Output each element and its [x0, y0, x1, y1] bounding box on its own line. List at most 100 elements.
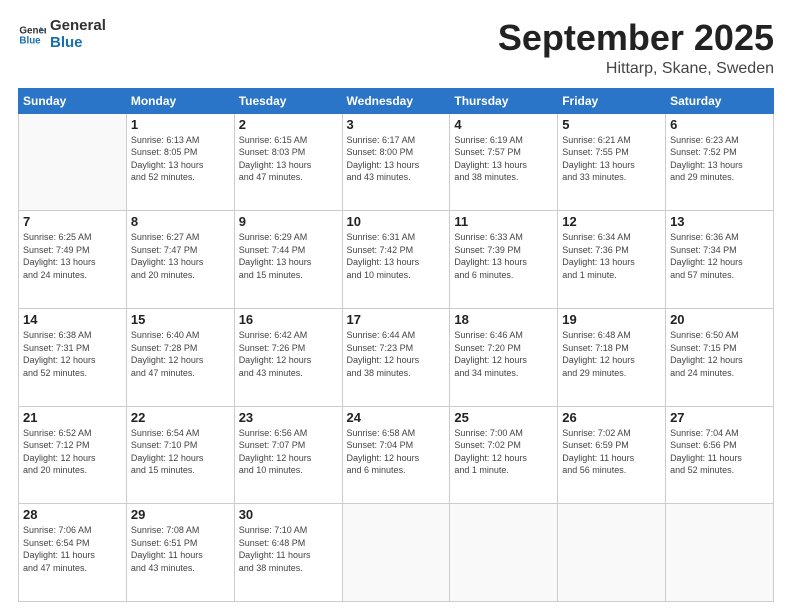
day-number: 10 — [347, 214, 446, 229]
day-header-wednesday: Wednesday — [342, 88, 450, 113]
svg-text:Blue: Blue — [19, 35, 41, 46]
day-info: Sunrise: 6:27 AMSunset: 7:47 PMDaylight:… — [131, 231, 230, 281]
week-row-3: 14 Sunrise: 6:38 AMSunset: 7:31 PMDayligh… — [19, 308, 774, 406]
week-row-2: 7Sunrise: 6:25 AMSunset: 7:49 PMDaylight… — [19, 211, 774, 309]
calendar-cell: 6 Sunrise: 6:23 AMSunset: 7:52 PMDaylight… — [666, 113, 774, 211]
calendar-cell: 11 Sunrise: 6:33 AMSunset: 7:39 PMDayligh… — [450, 211, 558, 309]
day-number: 9 — [239, 214, 338, 229]
day-info: Sunrise: 6:17 AMSunset: 8:00 PMDaylight:… — [347, 134, 446, 184]
day-headers-row: SundayMondayTuesdayWednesdayThursdayFrid… — [19, 88, 774, 113]
day-number: 18 — [454, 312, 553, 327]
day-number: 13 — [670, 214, 769, 229]
day-number: 3 — [347, 117, 446, 132]
calendar-cell: 5 Sunrise: 6:21 AMSunset: 7:55 PMDaylight… — [558, 113, 666, 211]
calendar-cell: 15Sunrise: 6:40 AMSunset: 7:28 PMDayligh… — [126, 308, 234, 406]
day-number: 1 — [131, 117, 230, 132]
day-number: 27 — [670, 410, 769, 425]
day-info: Sunrise: 6:44 AMSunset: 7:23 PMDaylight:… — [347, 329, 446, 379]
day-number: 11 — [454, 214, 553, 229]
week-row-4: 21 Sunrise: 6:52 AMSunset: 7:12 PMDayligh… — [19, 406, 774, 504]
calendar-cell: 28 Sunrise: 7:06 AMSunset: 6:54 PMDayligh… — [19, 504, 127, 602]
calendar-cell: 4Sunrise: 6:19 AMSunset: 7:57 PMDaylight… — [450, 113, 558, 211]
day-number: 21 — [23, 410, 122, 425]
month-title: September 2025 — [498, 18, 774, 58]
logo-icon: General Blue — [18, 21, 46, 49]
day-info: Sunrise: 6:13 AMSunset: 8:05 PMDaylight:… — [131, 134, 230, 184]
day-number: 26 — [562, 410, 661, 425]
calendar-cell: 9 Sunrise: 6:29 AMSunset: 7:44 PMDaylight… — [234, 211, 342, 309]
logo-line2: Blue — [50, 35, 106, 52]
day-info: Sunrise: 6:34 AMSunset: 7:36 PMDaylight:… — [562, 231, 661, 281]
calendar-cell: 13Sunrise: 6:36 AMSunset: 7:34 PMDayligh… — [666, 211, 774, 309]
day-number: 16 — [239, 312, 338, 327]
day-header-friday: Friday — [558, 88, 666, 113]
day-info: Sunrise: 7:06 AMSunset: 6:54 PMDaylight:… — [23, 524, 122, 574]
day-info: Sunrise: 6:15 AMSunset: 8:03 PMDaylight:… — [239, 134, 338, 184]
day-number: 19 — [562, 312, 661, 327]
calendar-cell — [558, 504, 666, 602]
day-info: Sunrise: 6:50 AMSunset: 7:15 PMDaylight:… — [670, 329, 769, 379]
calendar-cell: 12Sunrise: 6:34 AMSunset: 7:36 PMDayligh… — [558, 211, 666, 309]
day-number: 23 — [239, 410, 338, 425]
calendar-cell: 1 Sunrise: 6:13 AMSunset: 8:05 PMDaylight… — [126, 113, 234, 211]
logo: General Blue General Blue — [18, 18, 106, 51]
title-block: September 2025 Hittarp, Skane, Sweden — [498, 18, 774, 78]
calendar-cell: 8 Sunrise: 6:27 AMSunset: 7:47 PMDaylight… — [126, 211, 234, 309]
calendar-cell: 14 Sunrise: 6:38 AMSunset: 7:31 PMDayligh… — [19, 308, 127, 406]
day-info: Sunrise: 6:46 AMSunset: 7:20 PMDaylight:… — [454, 329, 553, 379]
day-number: 24 — [347, 410, 446, 425]
day-info: Sunrise: 7:02 AMSunset: 6:59 PMDaylight:… — [562, 427, 661, 477]
calendar-cell: 3 Sunrise: 6:17 AMSunset: 8:00 PMDaylight… — [342, 113, 450, 211]
day-header-sunday: Sunday — [19, 88, 127, 113]
day-number: 14 — [23, 312, 122, 327]
day-number: 22 — [131, 410, 230, 425]
calendar: SundayMondayTuesdayWednesdayThursdayFrid… — [18, 88, 774, 602]
calendar-cell: 30Sunrise: 7:10 AMSunset: 6:48 PMDayligh… — [234, 504, 342, 602]
day-number: 20 — [670, 312, 769, 327]
calendar-cell: 29Sunrise: 7:08 AMSunset: 6:51 PMDayligh… — [126, 504, 234, 602]
calendar-cell — [450, 504, 558, 602]
day-number: 17 — [347, 312, 446, 327]
day-info: Sunrise: 6:23 AMSunset: 7:52 PMDaylight:… — [670, 134, 769, 184]
calendar-cell: 7Sunrise: 6:25 AMSunset: 7:49 PMDaylight… — [19, 211, 127, 309]
day-info: Sunrise: 6:33 AMSunset: 7:39 PMDaylight:… — [454, 231, 553, 281]
day-info: Sunrise: 6:29 AMSunset: 7:44 PMDaylight:… — [239, 231, 338, 281]
day-info: Sunrise: 6:21 AMSunset: 7:55 PMDaylight:… — [562, 134, 661, 184]
day-info: Sunrise: 7:00 AMSunset: 7:02 PMDaylight:… — [454, 427, 553, 477]
calendar-cell: 22 Sunrise: 6:54 AMSunset: 7:10 PMDayligh… — [126, 406, 234, 504]
week-row-5: 28 Sunrise: 7:06 AMSunset: 6:54 PMDayligh… — [19, 504, 774, 602]
day-info: Sunrise: 6:52 AMSunset: 7:12 PMDaylight:… — [23, 427, 122, 477]
day-info: Sunrise: 7:08 AMSunset: 6:51 PMDaylight:… — [131, 524, 230, 574]
day-info: Sunrise: 6:56 AMSunset: 7:07 PMDaylight:… — [239, 427, 338, 477]
calendar-cell: 25 Sunrise: 7:00 AMSunset: 7:02 PMDayligh… — [450, 406, 558, 504]
day-number: 28 — [23, 507, 122, 522]
calendar-cell: 19Sunrise: 6:48 AMSunset: 7:18 PMDayligh… — [558, 308, 666, 406]
day-header-tuesday: Tuesday — [234, 88, 342, 113]
location-subtitle: Hittarp, Skane, Sweden — [498, 60, 774, 78]
day-number: 30 — [239, 507, 338, 522]
calendar-cell: 27 Sunrise: 7:04 AMSunset: 6:56 PMDayligh… — [666, 406, 774, 504]
day-info: Sunrise: 7:04 AMSunset: 6:56 PMDaylight:… — [670, 427, 769, 477]
day-number: 25 — [454, 410, 553, 425]
calendar-cell — [19, 113, 127, 211]
calendar-cell: 17 Sunrise: 6:44 AMSunset: 7:23 PMDayligh… — [342, 308, 450, 406]
day-header-thursday: Thursday — [450, 88, 558, 113]
calendar-cell: 21 Sunrise: 6:52 AMSunset: 7:12 PMDayligh… — [19, 406, 127, 504]
calendar-cell: 18 Sunrise: 6:46 AMSunset: 7:20 PMDayligh… — [450, 308, 558, 406]
logo-line1: General — [50, 18, 106, 35]
day-number: 4 — [454, 117, 553, 132]
calendar-cell: 20 Sunrise: 6:50 AMSunset: 7:15 PMDayligh… — [666, 308, 774, 406]
day-info: Sunrise: 6:54 AMSunset: 7:10 PMDaylight:… — [131, 427, 230, 477]
calendar-cell: 24Sunrise: 6:58 AMSunset: 7:04 PMDayligh… — [342, 406, 450, 504]
day-number: 15 — [131, 312, 230, 327]
day-number: 5 — [562, 117, 661, 132]
day-number: 8 — [131, 214, 230, 229]
day-info: Sunrise: 6:31 AMSunset: 7:42 PMDaylight:… — [347, 231, 446, 281]
day-header-saturday: Saturday — [666, 88, 774, 113]
page: General Blue General Blue September 2025… — [0, 0, 792, 612]
day-header-monday: Monday — [126, 88, 234, 113]
day-info: Sunrise: 6:25 AMSunset: 7:49 PMDaylight:… — [23, 231, 122, 281]
day-info: Sunrise: 6:38 AMSunset: 7:31 PMDaylight:… — [23, 329, 122, 379]
day-number: 6 — [670, 117, 769, 132]
calendar-cell — [666, 504, 774, 602]
